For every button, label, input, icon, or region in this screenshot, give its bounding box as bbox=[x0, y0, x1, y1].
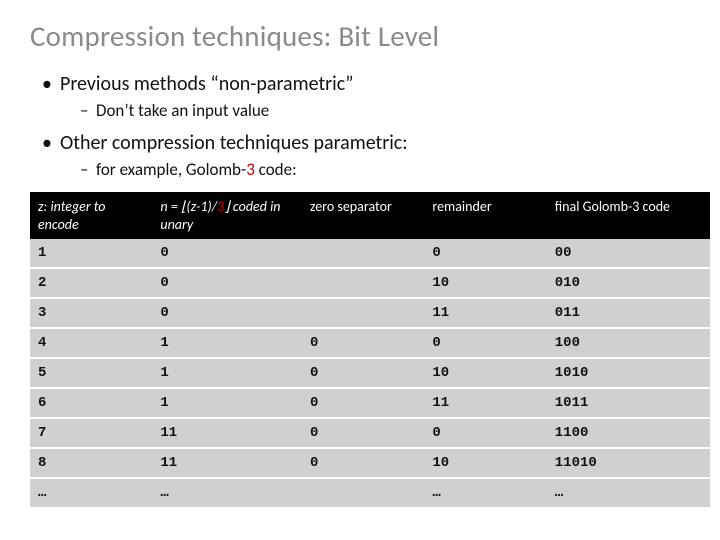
table-body: 1000020100103011011410010051010101061011… bbox=[30, 239, 710, 508]
cell-z: 3 bbox=[30, 298, 152, 328]
cell-z: 6 bbox=[30, 388, 152, 418]
cell-n: 0 bbox=[152, 298, 302, 328]
cell-sep bbox=[302, 298, 424, 328]
header-z: z: integer to encode bbox=[30, 192, 152, 239]
cell-n: 11 bbox=[152, 418, 302, 448]
header-row: z: integer to encode n = ⌊(z-1)/3⌋ coded… bbox=[30, 192, 710, 239]
cell-sep: 0 bbox=[302, 418, 424, 448]
page-title: Compression techniques: Bit Level bbox=[30, 18, 690, 54]
cell-sep bbox=[302, 239, 424, 268]
header-n-pre: n = ⌊(z-1)/ bbox=[160, 198, 217, 215]
cell-code: 11010 bbox=[547, 448, 710, 478]
cell-sep: 0 bbox=[302, 388, 424, 418]
table-row: 4100100 bbox=[30, 328, 710, 358]
cell-code: 1011 bbox=[547, 388, 710, 418]
cell-z: 1 bbox=[30, 239, 152, 268]
cell-code: 011 bbox=[547, 298, 710, 328]
cell-rem: 11 bbox=[424, 298, 546, 328]
cell-rem: 10 bbox=[424, 448, 546, 478]
cell-rem: 0 bbox=[424, 328, 546, 358]
sub-bullet-list: Don’t take an input value bbox=[78, 100, 690, 121]
table-row: ………… bbox=[30, 478, 710, 508]
sub-bullet-list: for example, Golomb-3 code: bbox=[78, 159, 690, 180]
cell-code: 100 bbox=[547, 328, 710, 358]
cell-n: … bbox=[152, 478, 302, 508]
cell-n: 0 bbox=[152, 239, 302, 268]
cell-sep bbox=[302, 268, 424, 298]
cell-rem: 0 bbox=[424, 418, 546, 448]
cell-z: 5 bbox=[30, 358, 152, 388]
golomb-table: z: integer to encode n = ⌊(z-1)/3⌋ coded… bbox=[30, 192, 710, 509]
sub-bullet-no-input: Don’t take an input value bbox=[96, 100, 690, 121]
golomb-prefix: for example, Golomb- bbox=[96, 159, 246, 180]
cell-z: 7 bbox=[30, 418, 152, 448]
bullet-nonparametric: Previous methods “non-parametric” Don’t … bbox=[60, 72, 690, 121]
cell-sep: 0 bbox=[302, 328, 424, 358]
table-row: 2010010 bbox=[30, 268, 710, 298]
cell-z: … bbox=[30, 478, 152, 508]
table-row: 610111011 bbox=[30, 388, 710, 418]
bullet-parametric: Other compression techniques parametric:… bbox=[60, 131, 690, 180]
table-row: 10000 bbox=[30, 239, 710, 268]
cell-sep: 0 bbox=[302, 448, 424, 478]
cell-code: 1100 bbox=[547, 418, 710, 448]
cell-z: 4 bbox=[30, 328, 152, 358]
bullet-list: Previous methods “non-parametric” Don’t … bbox=[40, 72, 690, 180]
table-head: z: integer to encode n = ⌊(z-1)/3⌋ coded… bbox=[30, 192, 710, 239]
cell-code: 00 bbox=[547, 239, 710, 268]
sub-bullet-golomb: for example, Golomb-3 code: bbox=[96, 159, 690, 180]
bullet-text: Previous methods “non-parametric” bbox=[60, 72, 354, 96]
cell-rem: … bbox=[424, 478, 546, 508]
table-row: 510101010 bbox=[30, 358, 710, 388]
cell-code: … bbox=[547, 478, 710, 508]
cell-code: 010 bbox=[547, 268, 710, 298]
cell-n: 1 bbox=[152, 328, 302, 358]
header-rem: remainder bbox=[424, 192, 546, 239]
cell-n: 1 bbox=[152, 358, 302, 388]
golomb-number: 3 bbox=[246, 159, 255, 180]
cell-n: 1 bbox=[152, 388, 302, 418]
golomb-suffix: code: bbox=[255, 159, 297, 180]
cell-rem: 0 bbox=[424, 239, 546, 268]
cell-sep: 0 bbox=[302, 358, 424, 388]
header-n: n = ⌊(z-1)/3⌋ coded in unary bbox=[152, 192, 302, 239]
cell-sep bbox=[302, 478, 424, 508]
cell-n: 11 bbox=[152, 448, 302, 478]
header-sep: zero separator bbox=[302, 192, 424, 239]
cell-code: 1010 bbox=[547, 358, 710, 388]
cell-n: 0 bbox=[152, 268, 302, 298]
cell-rem: 10 bbox=[424, 268, 546, 298]
table-row: 3011011 bbox=[30, 298, 710, 328]
cell-z: 8 bbox=[30, 448, 152, 478]
header-code: final Golomb-3 code bbox=[547, 192, 710, 239]
bullet-text: Other compression techniques parametric: bbox=[60, 131, 408, 155]
slide: Compression techniques: Bit Level Previo… bbox=[0, 0, 720, 509]
table-row: 81101011010 bbox=[30, 448, 710, 478]
cell-rem: 10 bbox=[424, 358, 546, 388]
cell-z: 2 bbox=[30, 268, 152, 298]
cell-rem: 11 bbox=[424, 388, 546, 418]
table-row: 711001100 bbox=[30, 418, 710, 448]
